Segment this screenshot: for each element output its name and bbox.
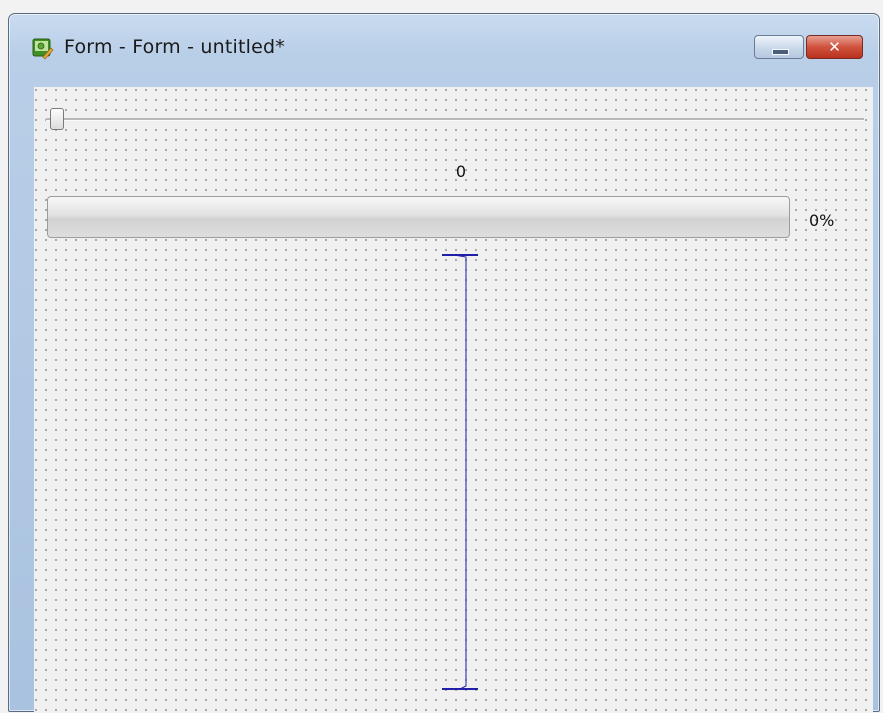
designer-app-icon	[32, 38, 54, 60]
progress-bar	[47, 196, 790, 238]
form-canvas[interactable]: 0 0%	[34, 87, 873, 712]
horizontal-slider-groove[interactable]	[46, 118, 864, 121]
designer-window: Form - Form - untitled* ✕ 0 0%	[8, 13, 880, 712]
progress-percent-text: 0%	[809, 211, 835, 230]
horizontal-slider-handle[interactable]	[50, 108, 64, 130]
close-icon: ✕	[828, 38, 841, 56]
close-button[interactable]: ✕	[806, 35, 863, 59]
minimize-button[interactable]	[754, 35, 804, 59]
vertical-spacer[interactable]	[440, 249, 480, 694]
title-bar[interactable]: Form - Form - untitled* ✕	[9, 14, 879, 72]
value-label: 0	[455, 162, 467, 181]
window-title: Form - Form - untitled*	[64, 36, 285, 58]
spacer-zigzag	[453, 254, 467, 690]
